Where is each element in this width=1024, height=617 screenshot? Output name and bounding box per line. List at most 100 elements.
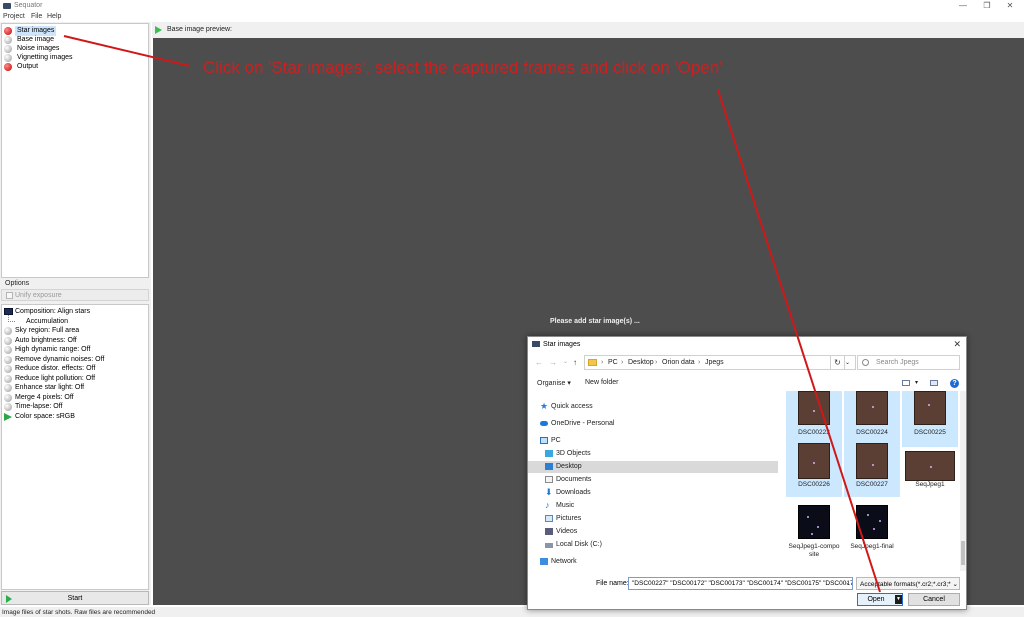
option-accumulation[interactable]: Accumulation [4, 314, 147, 327]
option-composition[interactable]: Composition: Align stars [4, 307, 147, 317]
file-thumbnail [798, 391, 830, 425]
nav-label: Downloads [556, 489, 591, 496]
grey-dot-icon [4, 336, 12, 345]
file-tile[interactable]: DSC00226 [786, 441, 842, 497]
file-tile[interactable]: SeqJpeg1 [902, 441, 958, 497]
file-thumbnail [856, 505, 888, 539]
option-remove-dynamic-noises[interactable]: Remove dynamic noises: Off [4, 355, 147, 365]
back-arrow-icon[interactable]: ← [535, 358, 543, 367]
forward-arrow-icon[interactable]: → [549, 358, 557, 367]
option-label: Remove dynamic noises: Off [15, 355, 105, 363]
preview-label: Base image preview: [167, 26, 232, 33]
grey-status-icon [4, 54, 12, 62]
view-dropdown-icon[interactable]: ▾ [915, 379, 918, 386]
file-thumbnail [914, 391, 946, 425]
menu-project[interactable]: Project [3, 13, 25, 20]
preview-pane-icon[interactable] [930, 380, 938, 386]
option-label: High dynamic range: Off [15, 346, 91, 353]
help-icon[interactable]: ? [950, 379, 959, 388]
nav-desktop[interactable]: Desktop [528, 461, 778, 473]
option-merge-pixels[interactable]: Merge 4 pixels: Off [4, 393, 147, 403]
option-color-space[interactable]: Color space: sRGB [4, 412, 147, 422]
nav-documents[interactable]: Documents [528, 474, 778, 486]
nav-local-disk[interactable]: Local Disk (C:) [528, 539, 778, 551]
file-type-filter[interactable]: Acceptable formats(*.cr2;*.cr3;* ⌄ [856, 577, 960, 590]
option-sky-region[interactable]: Sky region: Full area [4, 326, 147, 336]
nav-label: Documents [556, 476, 592, 483]
nav-quick-access[interactable]: ★ Quick access [528, 401, 778, 413]
pictures-icon [545, 515, 553, 522]
open-button[interactable]: Open ▼ [857, 593, 903, 606]
search-input[interactable]: Search Jpegs [857, 355, 960, 370]
dialog-toolbar: Organise ▾ New folder ▾ ? [528, 377, 966, 391]
network-icon [540, 558, 548, 565]
address-bar[interactable]: › PC › Desktop › Orion data › Jpegs ⌄ [584, 355, 856, 370]
option-reduce-light-pollution[interactable]: Reduce light pollution: Off [4, 374, 147, 384]
option-label: Sky region: Full area [15, 327, 80, 334]
preview-arrow-icon [155, 26, 162, 34]
file-name: SeqJpeg1 [915, 481, 945, 488]
unify-exposure-label: Unify exposure [15, 292, 62, 299]
option-hdr[interactable]: High dynamic range: Off [4, 345, 147, 355]
grey-status-icon [4, 45, 12, 53]
view-mode-icon[interactable] [902, 380, 910, 386]
file-tile[interactable]: DSC00225 [902, 391, 958, 447]
menu-help[interactable]: Help [47, 13, 61, 20]
breadcrumb-jpegs[interactable]: Jpegs [705, 359, 724, 366]
open-split-dropdown-icon[interactable]: ▼ [895, 595, 902, 604]
nav-downloads[interactable]: ⬇ Downloads [528, 487, 778, 499]
breadcrumb-pc[interactable]: PC [608, 359, 618, 366]
star-images-dialog: Star images ✕ ← → ⌄ ↑ › PC › Desktop › O… [527, 336, 967, 610]
option-reduce-distortion[interactable]: Reduce distor. effects: Off [4, 364, 147, 374]
file-tile[interactable]: SeqJpeg1-final [844, 503, 900, 559]
refresh-icon[interactable]: ↻ [830, 355, 845, 370]
search-placeholder: Search Jpegs [876, 359, 919, 366]
address-dropdown-icon[interactable]: ⌄ [845, 359, 850, 366]
option-time-lapse[interactable]: Time-lapse: Off [4, 402, 147, 412]
file-tile[interactable]: SeqJpeg1-compo site [786, 503, 842, 569]
file-name-input[interactable]: "DSC00227" "DSC00172" "DSC00173" "DSC001… [628, 577, 853, 590]
nav-network[interactable]: Network [528, 556, 778, 568]
option-label: Accumulation [26, 317, 69, 325]
menu-file[interactable]: File [31, 13, 42, 20]
nav-pictures[interactable]: Pictures [528, 513, 778, 525]
organise-button[interactable]: Organise ▾ [537, 379, 571, 387]
file-name: DSC00226 [798, 481, 830, 488]
cancel-button[interactable]: Cancel [908, 593, 960, 606]
new-folder-button[interactable]: New folder [585, 379, 618, 386]
tree-item-output[interactable]: Output [4, 62, 144, 72]
file-tile[interactable]: DSC00227 [844, 441, 900, 497]
grey-dot-icon [4, 365, 12, 373]
file-name-dropdown-icon[interactable]: ⌄ [842, 577, 853, 590]
option-auto-brightness[interactable]: Auto brightness: Off [4, 336, 147, 346]
option-label: Merge 4 pixels: Off [15, 393, 74, 401]
nav-pc[interactable]: PC [528, 435, 778, 447]
nav-music[interactable]: ♪ Music [528, 500, 778, 512]
scrollbar-thumb[interactable] [961, 541, 965, 565]
option-label: Reduce light pollution: Off [15, 374, 96, 382]
file-name: SeqJpeg1-final [850, 543, 894, 550]
file-tile[interactable]: DSC00223 [786, 391, 842, 447]
address-row: ← → ⌄ ↑ › PC › Desktop › Orion data › Jp… [528, 355, 966, 371]
nav-onedrive[interactable]: OneDrive - Personal [528, 418, 778, 430]
file-list-scrollbar[interactable] [960, 391, 966, 571]
up-arrow-icon[interactable]: ↑ [573, 358, 577, 367]
unify-exposure-checkbox[interactable]: Unify exposure [1, 289, 149, 301]
nav-label: 3D Objects [556, 450, 591, 457]
recent-dropdown-icon[interactable]: ⌄ [563, 358, 568, 365]
left-panel: Star images Base image Noise images Vign… [0, 22, 151, 605]
file-tile[interactable]: DSC00224 [844, 391, 900, 447]
preview-header: Base image preview: [152, 22, 1024, 38]
nav-videos[interactable]: Videos [528, 526, 778, 538]
grey-dot-icon [4, 327, 12, 335]
nav-3d-objects[interactable]: 3D Objects [528, 448, 778, 460]
option-enhance-star-light[interactable]: Enhance star light: Off [4, 383, 147, 393]
file-thumbnail [856, 443, 888, 479]
breadcrumb-desktop[interactable]: Desktop [628, 359, 654, 366]
status-text: Image files of star shots. Raw files are… [2, 609, 156, 616]
file-name: DSC00225 [914, 429, 946, 436]
start-button[interactable]: Start [1, 591, 149, 605]
breadcrumb-orion-data[interactable]: Orion data [662, 359, 695, 366]
close-icon[interactable]: ✕ [953, 339, 961, 350]
option-label: Color space: sRGB [15, 412, 75, 420]
